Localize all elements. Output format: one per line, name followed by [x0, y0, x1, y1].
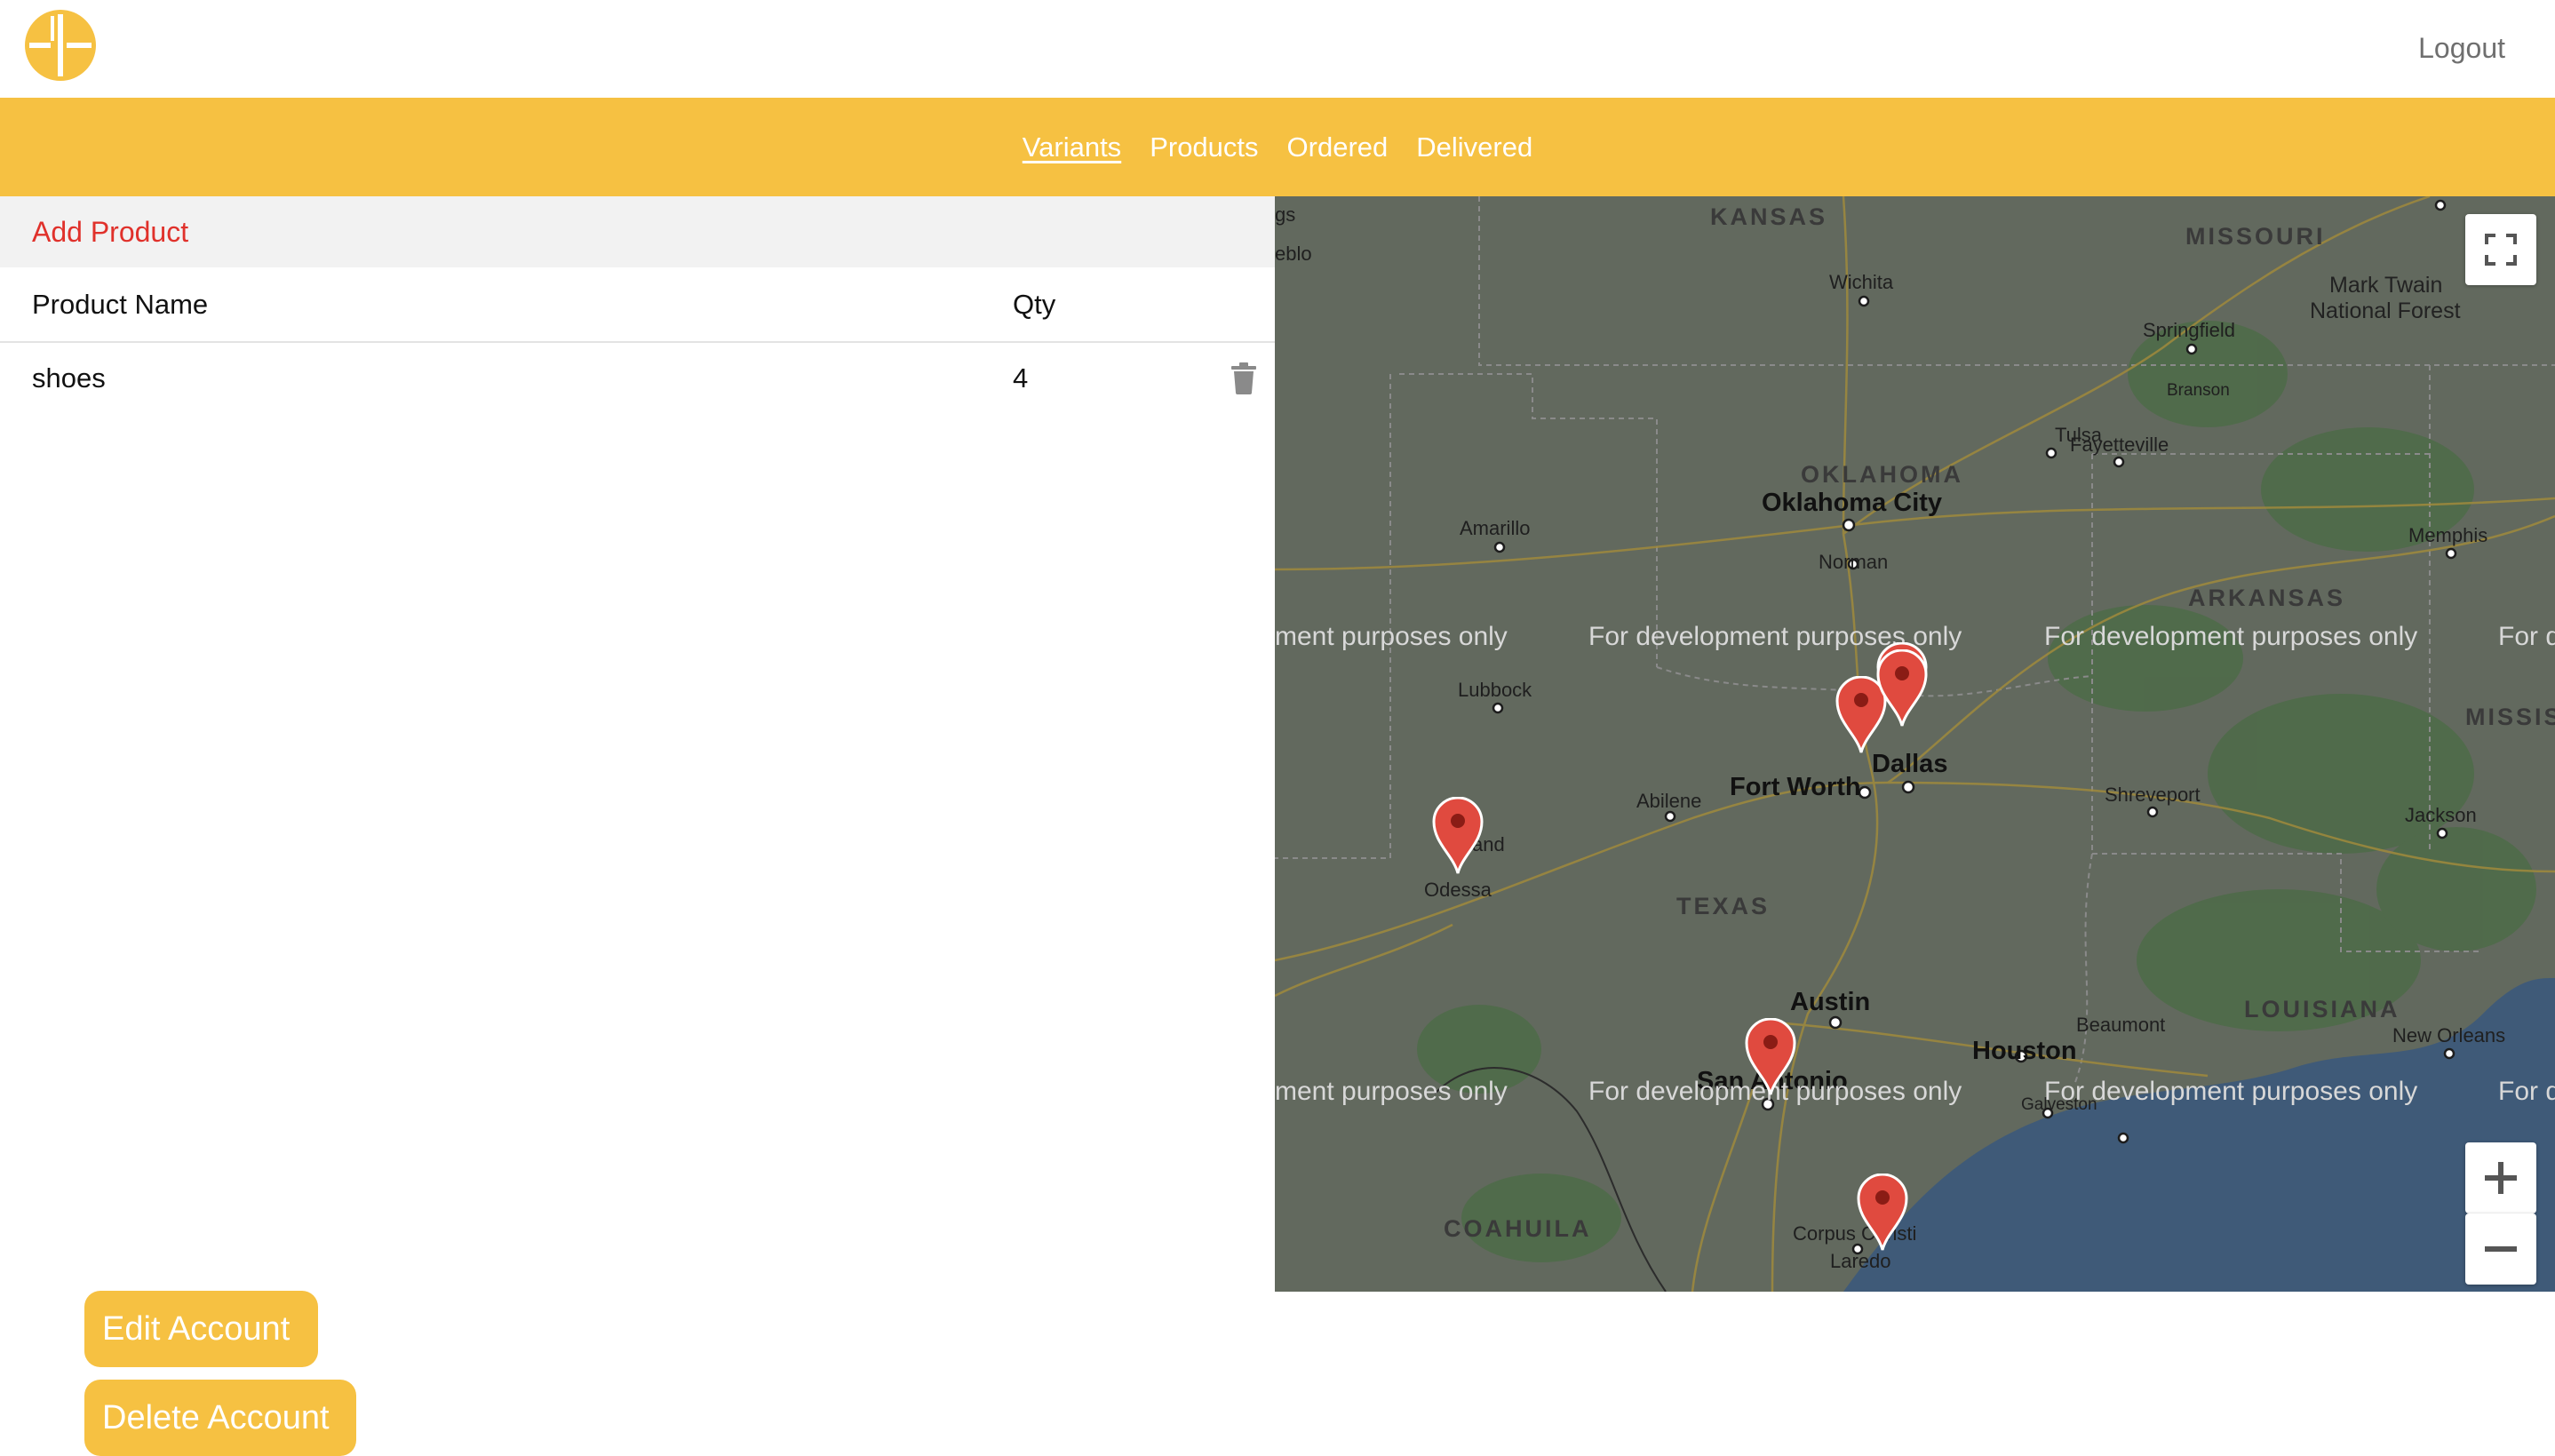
fullscreen-icon [2485, 234, 2517, 266]
dev-watermark: For d [2498, 622, 2555, 651]
map-marker-icon[interactable] [1857, 1174, 1908, 1252]
park-label: National Forest [2310, 298, 2461, 323]
city-label: Amarillo [1460, 517, 1531, 539]
city-label: Laredo [1830, 1250, 1891, 1272]
state-label: MISSISSIPPI [2465, 704, 2555, 730]
table-row[interactable]: shoes 4 [0, 343, 1275, 414]
minus-icon [2485, 1246, 2517, 1252]
tab-ordered[interactable]: Ordered [1287, 131, 1389, 163]
city-label: Lubbock [1458, 679, 1532, 701]
map-marker-icon[interactable] [1876, 649, 1928, 728]
plus-icon [2485, 1162, 2517, 1194]
city-label: Norman [1819, 551, 1889, 573]
product-name-cell: shoes [32, 362, 106, 394]
dev-watermark: ment purposes only [1275, 1077, 1508, 1106]
city-label: gs [1275, 203, 1296, 226]
logo-icon[interactable] [24, 9, 97, 82]
add-product-button[interactable]: Add Product [0, 196, 1275, 267]
dev-watermark: For development purposes only [2044, 1077, 2418, 1106]
column-qty: Qty [1013, 289, 1056, 320]
zoom-in-button[interactable] [2465, 1142, 2536, 1213]
map-marker-icon[interactable] [1432, 797, 1484, 875]
column-product-name: Product Name [32, 289, 209, 320]
tab-delivered[interactable]: Delivered [1416, 131, 1532, 163]
city-label: Fayetteville [2070, 434, 2169, 456]
city-label: Branson [2167, 381, 2230, 400]
state-label: KANSAS [1710, 203, 1828, 230]
delete-account-button[interactable]: Delete Account [84, 1380, 356, 1456]
city-label: New Orleans [2392, 1024, 2506, 1046]
map-view[interactable]: KANSAS MISSOURI OKLAHOMA ARKANSAS MISSIS… [1275, 196, 2555, 1292]
major-city-label: Oklahoma City [1762, 489, 1943, 517]
city-label: Memphis [2408, 524, 2488, 546]
state-label: COAHUILA [1444, 1215, 1592, 1242]
city-label: Odessa [1424, 879, 1492, 901]
city-label: eblo [1275, 243, 1312, 265]
state-label: OKLAHOMA [1801, 461, 1963, 488]
city-label: Shreveport [2105, 784, 2201, 806]
major-city-label: Houston [1972, 1037, 2077, 1065]
fullscreen-button[interactable] [2465, 214, 2536, 285]
zoom-out-button[interactable] [2465, 1213, 2536, 1285]
map-marker-icon[interactable] [1745, 1018, 1796, 1096]
city-label: Springfield [2143, 319, 2235, 341]
dev-watermark: For development purposes only [2044, 622, 2418, 651]
dev-watermark: For d [2498, 1077, 2555, 1106]
city-label: Abilene [1636, 790, 1702, 812]
top-bar: Logout [0, 0, 2555, 98]
city-label: Jackson [2405, 804, 2477, 826]
tab-products[interactable]: Products [1150, 131, 1258, 163]
state-label: LOUISIANA [2244, 996, 2400, 1022]
city-label: Beaumont [2076, 1014, 2166, 1036]
dev-watermark: ment purposes only [1275, 622, 1508, 651]
tab-variants[interactable]: Variants [1023, 131, 1121, 163]
state-label: MISSOURI [2185, 223, 2326, 250]
major-city-label: Fort Worth [1730, 773, 1861, 801]
edit-account-button[interactable]: Edit Account [84, 1291, 318, 1367]
major-city-label: Austin [1790, 988, 1871, 1016]
map-base [1275, 196, 2555, 1292]
main-nav: Variants Products Ordered Delivered [0, 98, 2555, 196]
city-label: Wichita [1829, 271, 1894, 293]
trash-icon[interactable] [1230, 362, 1258, 394]
product-qty-cell: 4 [1013, 362, 1029, 394]
state-label: ARKANSAS [2188, 585, 2346, 611]
logout-link[interactable]: Logout [2418, 32, 2505, 65]
table-header: Product Name Qty [0, 267, 1275, 343]
state-label: TEXAS [1676, 893, 1771, 919]
park-label: Mark Twain [2329, 273, 2443, 298]
product-panel: Add Product Product Name Qty shoes 4 Edi… [0, 196, 1275, 1456]
